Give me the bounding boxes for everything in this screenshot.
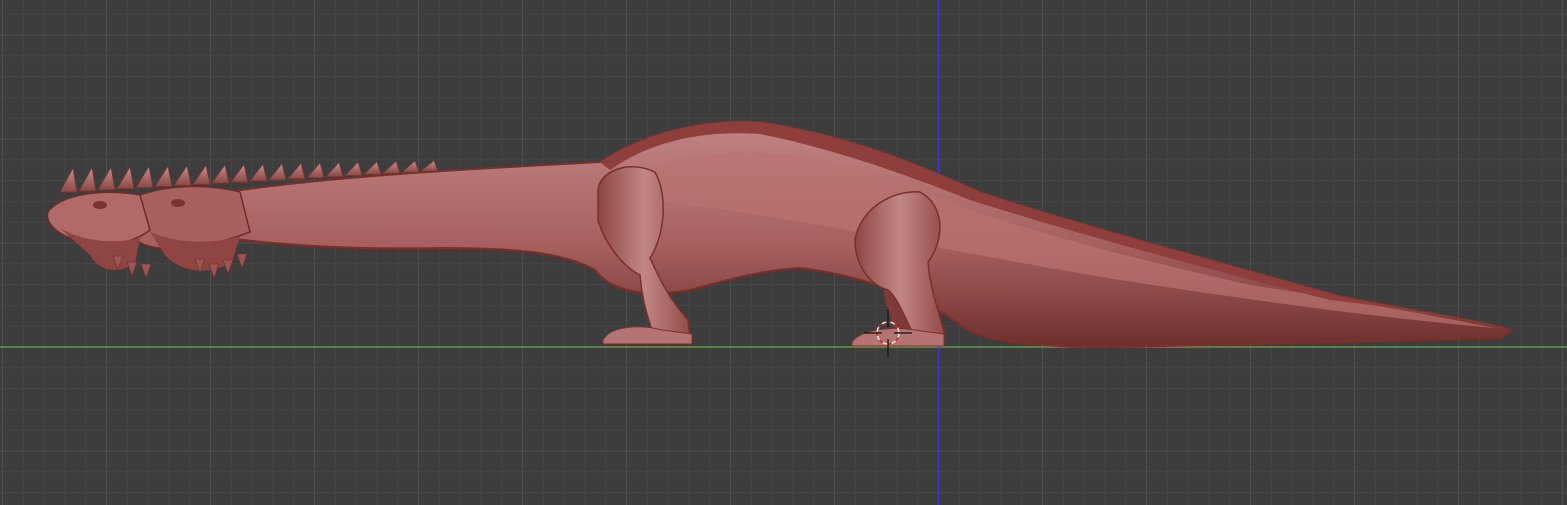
viewport-canvas[interactable] bbox=[0, 0, 1567, 505]
dorsal-spike bbox=[78, 166, 97, 192]
dorsal-spike bbox=[363, 160, 382, 175]
dorsal-spike bbox=[154, 164, 173, 187]
dorsal-spike bbox=[135, 165, 154, 188]
chin-spike bbox=[236, 253, 248, 269]
head-front bbox=[46, 191, 151, 247]
dorsal-spike bbox=[173, 164, 192, 186]
dorsal-spike bbox=[268, 162, 287, 181]
chin-spike bbox=[140, 263, 152, 279]
dorsal-spike bbox=[306, 161, 325, 179]
dorsal-spike bbox=[400, 160, 420, 173]
dorsal-spike bbox=[59, 166, 78, 193]
chin-spike bbox=[126, 261, 138, 277]
dorsal-spike bbox=[192, 164, 211, 185]
creature-heads bbox=[46, 185, 251, 271]
dorsal-spike bbox=[230, 163, 249, 183]
dorsal-spike bbox=[344, 161, 363, 176]
dorsal-spike bbox=[116, 165, 135, 190]
dorsal-spike bbox=[287, 162, 306, 180]
eye-rear bbox=[171, 199, 185, 207]
eye-front bbox=[93, 201, 107, 209]
dorsal-spike bbox=[325, 161, 344, 177]
dorsal-spike bbox=[211, 163, 230, 184]
dorsal-spike bbox=[419, 159, 439, 172]
3d-viewport[interactable] bbox=[0, 0, 1567, 505]
